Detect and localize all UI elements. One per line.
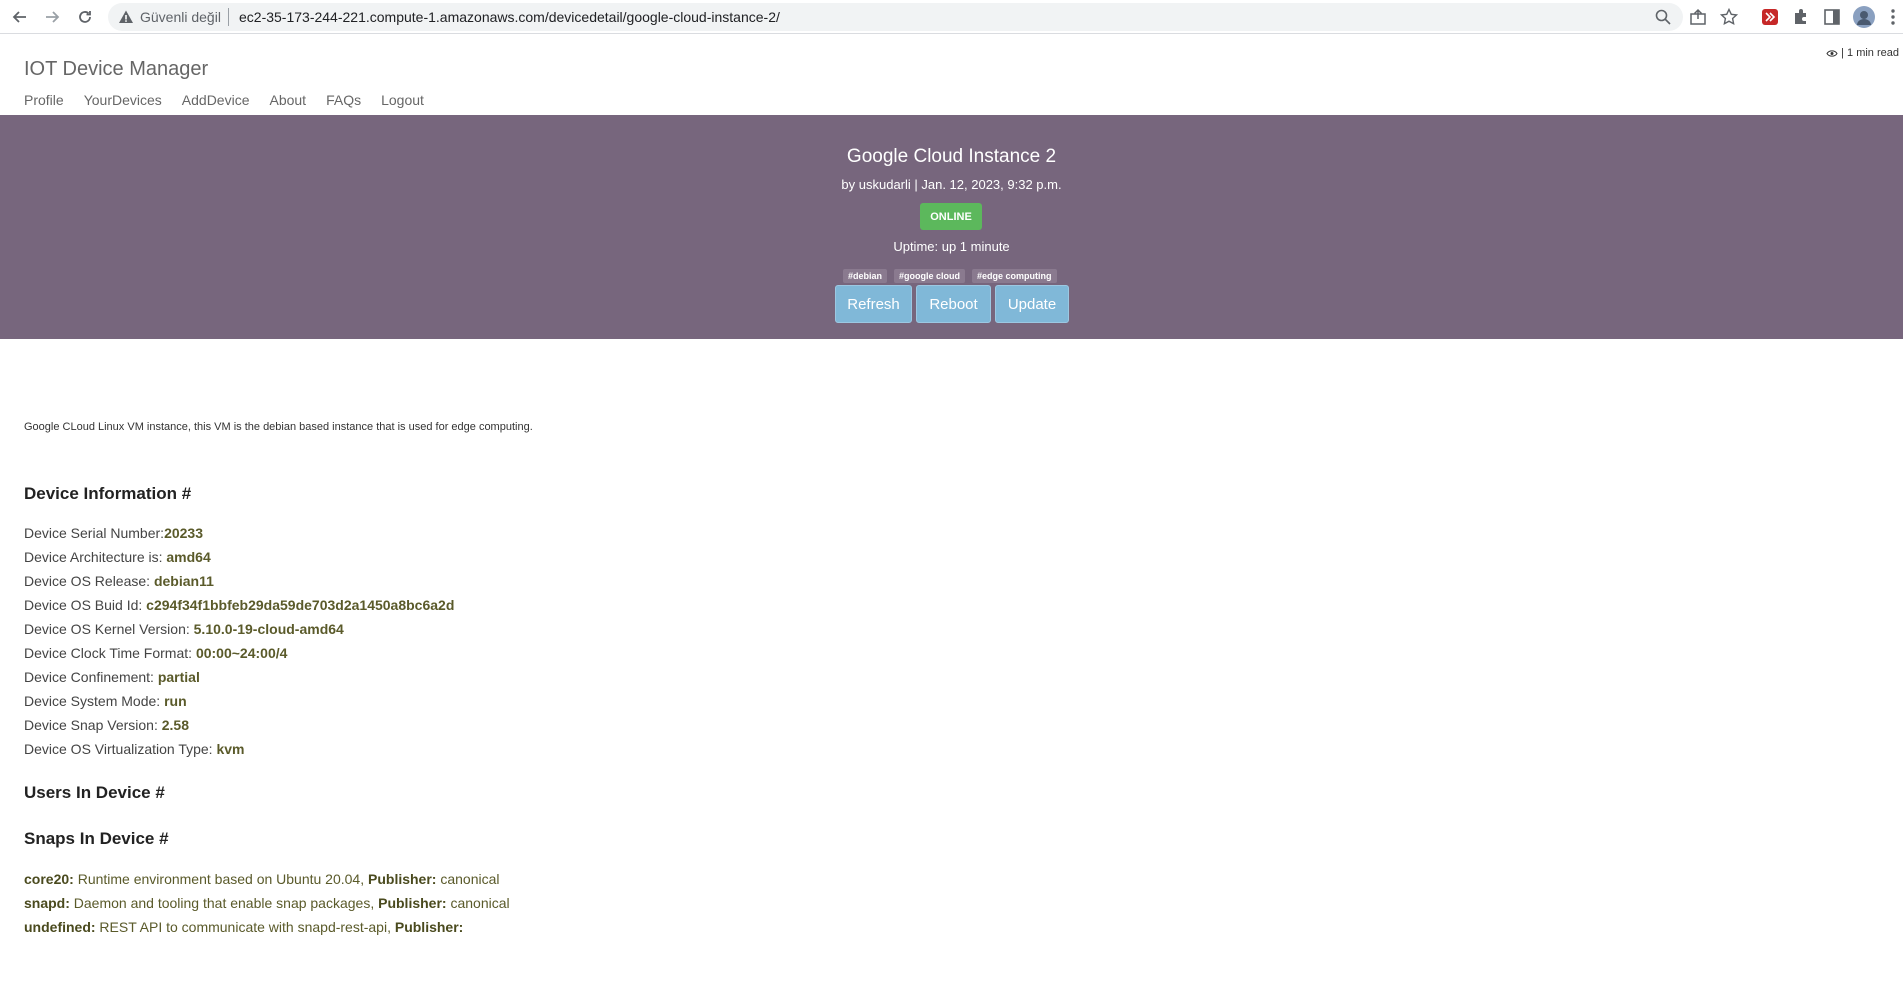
snap-publisher: canonical: [446, 895, 510, 911]
site-brand[interactable]: IOT Device Manager: [24, 58, 208, 81]
nav-your-devices[interactable]: YourDevices: [84, 92, 162, 108]
info-value: 00:00~24:00/4: [195, 645, 288, 661]
snap-description: REST API to communicate with snapd-rest-…: [95, 919, 395, 935]
read-time: | 1 min read: [1826, 47, 1899, 59]
status-badge: ONLINE: [920, 203, 982, 230]
snap-name: snapd:: [24, 895, 70, 911]
info-label: Device System Mode:: [24, 693, 165, 709]
info-row-clock-format: Device Clock Time Format: 00:00~24:00/4: [24, 645, 454, 669]
nav-logout[interactable]: Logout: [381, 92, 424, 108]
nav-faqs[interactable]: FAQs: [326, 92, 361, 108]
update-button[interactable]: Update: [995, 285, 1069, 323]
side-panel-icon[interactable]: [1822, 7, 1842, 27]
reboot-button[interactable]: Reboot: [916, 285, 991, 323]
kebab-menu-icon[interactable]: [1888, 7, 1898, 27]
snap-publisher: canonical: [436, 871, 500, 887]
info-label: Device Snap Version:: [24, 717, 162, 733]
snaps-heading: Snaps In Device #: [24, 829, 169, 848]
extension-red-icon[interactable]: [1760, 7, 1780, 27]
info-label: Device Architecture is:: [24, 549, 167, 565]
info-value: 5.10.0-19-cloud-amd64: [193, 621, 344, 637]
device-description: Google CLoud Linux VM instance, this VM …: [24, 421, 533, 433]
info-label: Device Clock Time Format:: [24, 645, 196, 661]
info-label: Device Confinement:: [24, 669, 158, 685]
info-row-architecture: Device Architecture is: amd64: [24, 549, 454, 573]
device-info-list: Device Serial Number:20233 Device Archit…: [24, 525, 454, 765]
tag-edge-computing[interactable]: #edge computing: [972, 269, 1057, 283]
device-info-heading: Device Information #: [24, 484, 192, 503]
extensions-puzzle-icon[interactable]: [1791, 7, 1811, 27]
snap-row-core20: core20: Runtime environment based on Ubu…: [24, 871, 510, 895]
reload-button[interactable]: [73, 5, 97, 29]
omnibox-divider: [228, 8, 229, 26]
read-time-label: | 1 min read: [1841, 47, 1899, 59]
warning-icon: [119, 10, 133, 23]
reload-icon: [79, 11, 91, 23]
refresh-button[interactable]: Refresh: [835, 285, 912, 323]
tag-google-cloud[interactable]: #google cloud: [894, 269, 966, 283]
info-value: 2.58: [161, 717, 189, 733]
eye-icon: [1826, 49, 1838, 57]
profile-avatar-icon[interactable]: [1853, 6, 1875, 28]
security-label: Güvenli değil: [140, 9, 221, 25]
info-value: 20233: [164, 525, 203, 541]
info-row-kernel: Device OS Kernel Version: 5.10.0-19-clou…: [24, 621, 454, 645]
snap-row-snapd: snapd: Daemon and tooling that enable sn…: [24, 895, 510, 919]
info-label: Device OS Virtualization Type:: [24, 741, 217, 757]
snap-description: Runtime environment based on Ubuntu 20.0…: [73, 871, 368, 887]
info-row-serial: Device Serial Number:20233: [24, 525, 454, 549]
device-hero: Google Cloud Instance 2 by uskudarli | J…: [0, 115, 1903, 339]
address-bar[interactable]: Güvenli değil ec2-35-173-244-221.compute…: [108, 3, 1683, 31]
share-icon[interactable]: [1688, 7, 1708, 27]
zoom-icon[interactable]: [1654, 8, 1672, 26]
info-row-build-id: Device OS Buid Id: c294f34f1bbfeb29da59d…: [24, 597, 454, 621]
info-label: Device OS Buid Id:: [24, 597, 147, 613]
nav-about[interactable]: About: [269, 92, 306, 108]
snap-name: core20:: [24, 871, 74, 887]
info-row-virtualization: Device OS Virtualization Type: kvm: [24, 741, 454, 765]
arrow-left-icon: [12, 11, 26, 23]
info-label: Device OS Kernel Version:: [24, 621, 194, 637]
info-value: c294f34f1bbfeb29da59de703d2a1450a8bc6a2d: [146, 597, 455, 613]
publisher-label: Publisher:: [394, 919, 464, 935]
tag-debian[interactable]: #debian: [843, 269, 888, 283]
publisher-label: Publisher:: [378, 895, 447, 911]
url-text[interactable]: ec2-35-173-244-221.compute-1.amazonaws.c…: [239, 9, 780, 25]
snap-row-undefined: undefined: REST API to communicate with …: [24, 919, 510, 943]
tag-list: #debian #google cloud #edge computing: [843, 269, 1057, 283]
info-value: amd64: [166, 549, 211, 565]
uptime-text: Uptime: up 1 minute: [893, 239, 1010, 254]
info-row-snap-version: Device Snap Version: 2.58: [24, 717, 454, 741]
back-button[interactable]: [8, 5, 32, 29]
device-actions: Refresh Reboot Update: [835, 285, 1069, 323]
snap-list: core20: Runtime environment based on Ubu…: [24, 871, 510, 943]
star-icon[interactable]: [1719, 7, 1739, 27]
browser-toolbar: Güvenli değil ec2-35-173-244-221.compute…: [0, 0, 1903, 34]
nav-profile[interactable]: Profile: [24, 92, 64, 108]
snap-name: undefined:: [24, 919, 96, 935]
info-value: run: [164, 693, 187, 709]
users-heading: Users In Device #: [24, 783, 165, 802]
info-value: debian11: [153, 573, 214, 589]
arrow-right-icon: [46, 11, 60, 23]
nav-add-device[interactable]: AddDevice: [182, 92, 250, 108]
info-value: partial: [157, 669, 200, 685]
snap-description: Daemon and tooling that enable snap pack…: [69, 895, 379, 911]
info-row-system-mode: Device System Mode: run: [24, 693, 454, 717]
info-row-confinement: Device Confinement: partial: [24, 669, 454, 693]
device-meta: by uskudarli | Jan. 12, 2023, 9:32 p.m.: [841, 177, 1062, 192]
info-row-os-release: Device OS Release: debian11: [24, 573, 454, 597]
device-title: Google Cloud Instance 2: [846, 146, 1057, 167]
info-label: Device OS Release:: [24, 573, 154, 589]
main-nav: Profile YourDevices AddDevice About FAQs…: [24, 92, 444, 108]
info-value: kvm: [216, 741, 245, 757]
forward-button[interactable]: [40, 5, 64, 29]
info-label: Device Serial Number:: [24, 525, 165, 541]
publisher-label: Publisher:: [368, 871, 437, 887]
